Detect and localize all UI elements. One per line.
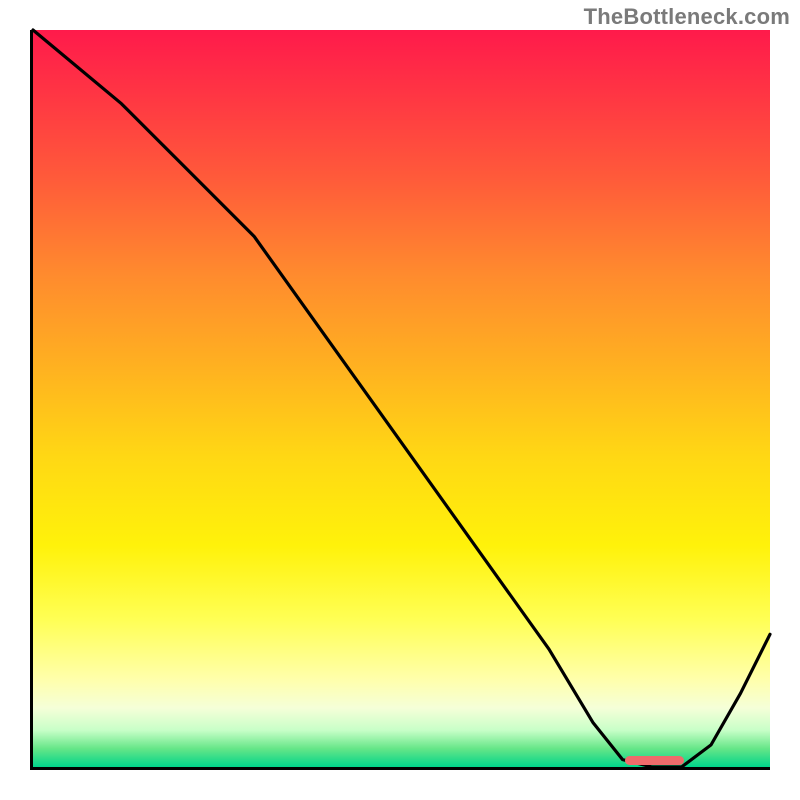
plot-area bbox=[30, 30, 770, 770]
attribution-text: TheBottleneck.com bbox=[584, 4, 790, 30]
bottleneck-curve bbox=[33, 30, 770, 767]
optimal-zone-marker bbox=[625, 756, 684, 765]
curve-path bbox=[33, 30, 770, 767]
chart-canvas: TheBottleneck.com bbox=[0, 0, 800, 800]
